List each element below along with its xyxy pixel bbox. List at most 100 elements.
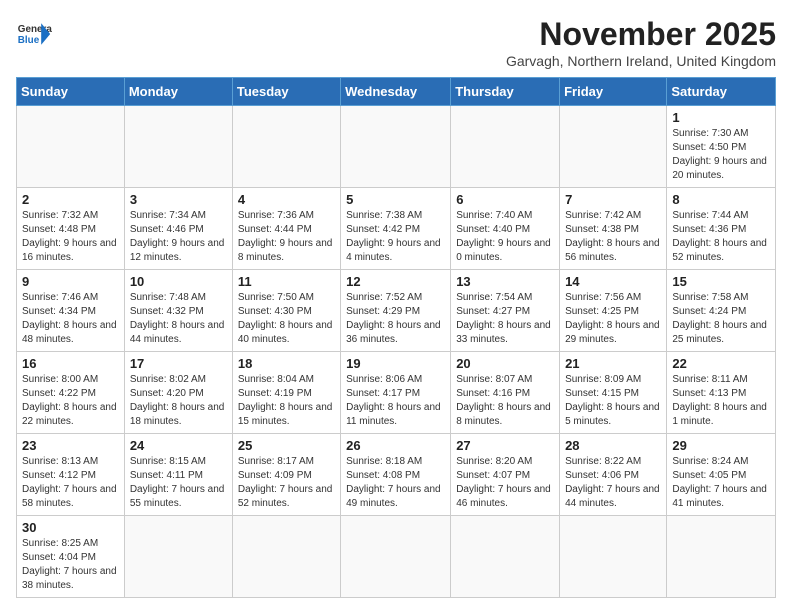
day-number: 20 [456, 356, 554, 371]
day-info: Sunrise: 8:20 AM Sunset: 4:07 PM Dayligh… [456, 455, 554, 511]
day-cell: 22 Sunrise: 8:11 AM Sunset: 4:13 PM Dayli… [667, 352, 776, 434]
day-cell [232, 106, 340, 188]
week-row-3: 9Sunrise: 7:46 AM Sunset: 4:34 PM Daylig… [17, 270, 776, 352]
day-number: 16 [22, 356, 119, 371]
day-info: Sunrise: 7:54 AM Sunset: 4:27 PM Dayligh… [456, 291, 554, 347]
svg-text:Blue: Blue [18, 35, 40, 46]
header: General Blue November 2025 Garvagh, Nort… [16, 16, 776, 69]
week-row-6: 30Sunrise: 8:25 AM Sunset: 4:04 PM Dayli… [17, 516, 776, 598]
week-row-4: 16 Sunrise: 8:00 AM Sunset: 4:22 PM Dayli… [17, 352, 776, 434]
day-cell: 16 Sunrise: 8:00 AM Sunset: 4:22 PM Dayli… [17, 352, 125, 434]
day-number: 10 [130, 274, 227, 289]
day-info: Sunrise: 8:13 AM Sunset: 4:12 PM Dayligh… [22, 455, 119, 511]
weekday-header-thursday: Thursday [451, 78, 560, 106]
day-info: Sunrise: 8:09 AM Sunset: 4:15 PM Dayligh… [565, 373, 661, 429]
day-info: Sunrise: 7:38 AM Sunset: 4:42 PM Dayligh… [346, 209, 445, 265]
day-info: Sunrise: 7:58 AM Sunset: 4:24 PM Dayligh… [672, 291, 770, 347]
day-info: Sunrise: 7:32 AM Sunset: 4:48 PM Dayligh… [22, 209, 119, 265]
day-cell [124, 106, 232, 188]
day-cell: 3 Sunrise: 7:34 AM Sunset: 4:46 PM Daylig… [124, 188, 232, 270]
day-cell [17, 106, 125, 188]
day-number: 2 [22, 192, 119, 207]
day-cell: 29 Sunrise: 8:24 AM Sunset: 4:05 PM Dayli… [667, 434, 776, 516]
day-info: Sunrise: 7:50 AM Sunset: 4:30 PM Dayligh… [238, 291, 335, 347]
day-info: Sunrise: 8:06 AM Sunset: 4:17 PM Dayligh… [346, 373, 445, 429]
week-row-1: 1 Sunrise: 7:30 AM Sunset: 4:50 PM Daylig… [17, 106, 776, 188]
day-cell: 12 Sunrise: 7:52 AM Sunset: 4:29 PM Dayli… [341, 270, 451, 352]
day-cell: 9Sunrise: 7:46 AM Sunset: 4:34 PM Daylig… [17, 270, 125, 352]
day-cell: 10Sunrise: 7:48 AM Sunset: 4:32 PM Dayli… [124, 270, 232, 352]
day-cell: 17Sunrise: 8:02 AM Sunset: 4:20 PM Dayli… [124, 352, 232, 434]
logo: General Blue [16, 16, 52, 52]
day-number: 28 [565, 438, 661, 453]
day-number: 12 [346, 274, 445, 289]
day-cell: 23Sunrise: 8:13 AM Sunset: 4:12 PM Dayli… [17, 434, 125, 516]
day-info: Sunrise: 7:42 AM Sunset: 4:38 PM Dayligh… [565, 209, 661, 265]
day-number: 3 [130, 192, 227, 207]
day-cell: 14 Sunrise: 7:56 AM Sunset: 4:25 PM Dayli… [560, 270, 667, 352]
day-cell [451, 106, 560, 188]
day-number: 14 [565, 274, 661, 289]
day-info: Sunrise: 7:52 AM Sunset: 4:29 PM Dayligh… [346, 291, 445, 347]
day-info: Sunrise: 7:44 AM Sunset: 4:36 PM Dayligh… [672, 209, 770, 265]
day-number: 29 [672, 438, 770, 453]
day-info: Sunrise: 8:04 AM Sunset: 4:19 PM Dayligh… [238, 373, 335, 429]
weekday-header-monday: Monday [124, 78, 232, 106]
day-number: 19 [346, 356, 445, 371]
day-cell: 30Sunrise: 8:25 AM Sunset: 4:04 PM Dayli… [17, 516, 125, 598]
weekday-header-row: SundayMondayTuesdayWednesdayThursdayFrid… [17, 78, 776, 106]
day-number: 13 [456, 274, 554, 289]
day-number: 18 [238, 356, 335, 371]
day-cell [560, 516, 667, 598]
day-cell: 24 Sunrise: 8:15 AM Sunset: 4:11 PM Dayli… [124, 434, 232, 516]
day-info: Sunrise: 7:34 AM Sunset: 4:46 PM Dayligh… [130, 209, 227, 265]
day-info: Sunrise: 8:00 AM Sunset: 4:22 PM Dayligh… [22, 373, 119, 429]
day-number: 26 [346, 438, 445, 453]
day-number: 27 [456, 438, 554, 453]
day-cell: 27 Sunrise: 8:20 AM Sunset: 4:07 PM Dayli… [451, 434, 560, 516]
day-number: 15 [672, 274, 770, 289]
day-info: Sunrise: 8:22 AM Sunset: 4:06 PM Dayligh… [565, 455, 661, 511]
day-cell [451, 516, 560, 598]
day-cell [124, 516, 232, 598]
day-cell: 25Sunrise: 8:17 AM Sunset: 4:09 PM Dayli… [232, 434, 340, 516]
day-number: 4 [238, 192, 335, 207]
day-number: 21 [565, 356, 661, 371]
day-cell: 11 Sunrise: 7:50 AM Sunset: 4:30 PM Dayli… [232, 270, 340, 352]
day-cell [341, 106, 451, 188]
day-cell [560, 106, 667, 188]
day-cell: 18 Sunrise: 8:04 AM Sunset: 4:19 PM Dayli… [232, 352, 340, 434]
day-info: Sunrise: 7:56 AM Sunset: 4:25 PM Dayligh… [565, 291, 661, 347]
day-number: 22 [672, 356, 770, 371]
day-info: Sunrise: 7:30 AM Sunset: 4:50 PM Dayligh… [672, 127, 770, 183]
day-number: 1 [672, 110, 770, 125]
day-info: Sunrise: 8:15 AM Sunset: 4:11 PM Dayligh… [130, 455, 227, 511]
day-cell: 4 Sunrise: 7:36 AM Sunset: 4:44 PM Daylig… [232, 188, 340, 270]
day-info: Sunrise: 7:40 AM Sunset: 4:40 PM Dayligh… [456, 209, 554, 265]
day-info: Sunrise: 8:11 AM Sunset: 4:13 PM Dayligh… [672, 373, 770, 429]
day-info: Sunrise: 8:17 AM Sunset: 4:09 PM Dayligh… [238, 455, 335, 511]
day-cell: 8Sunrise: 7:44 AM Sunset: 4:36 PM Daylig… [667, 188, 776, 270]
weekday-header-saturday: Saturday [667, 78, 776, 106]
day-info: Sunrise: 8:25 AM Sunset: 4:04 PM Dayligh… [22, 537, 119, 593]
day-number: 17 [130, 356, 227, 371]
day-cell [667, 516, 776, 598]
day-info: Sunrise: 8:24 AM Sunset: 4:05 PM Dayligh… [672, 455, 770, 511]
week-row-2: 2 Sunrise: 7:32 AM Sunset: 4:48 PM Daylig… [17, 188, 776, 270]
day-cell [232, 516, 340, 598]
logo-icon: General Blue [16, 16, 52, 52]
weekday-header-sunday: Sunday [17, 78, 125, 106]
day-number: 9 [22, 274, 119, 289]
day-cell: 26Sunrise: 8:18 AM Sunset: 4:08 PM Dayli… [341, 434, 451, 516]
day-cell: 15 Sunrise: 7:58 AM Sunset: 4:24 PM Dayli… [667, 270, 776, 352]
calendar: SundayMondayTuesdayWednesdayThursdayFrid… [16, 77, 776, 598]
day-info: Sunrise: 7:36 AM Sunset: 4:44 PM Dayligh… [238, 209, 335, 265]
day-cell: 6 Sunrise: 7:40 AM Sunset: 4:40 PM Daylig… [451, 188, 560, 270]
day-cell: 28 Sunrise: 8:22 AM Sunset: 4:06 PM Dayli… [560, 434, 667, 516]
weekday-header-friday: Friday [560, 78, 667, 106]
day-number: 11 [238, 274, 335, 289]
day-number: 24 [130, 438, 227, 453]
day-number: 6 [456, 192, 554, 207]
day-cell: 20Sunrise: 8:07 AM Sunset: 4:16 PM Dayli… [451, 352, 560, 434]
weekday-header-tuesday: Tuesday [232, 78, 340, 106]
